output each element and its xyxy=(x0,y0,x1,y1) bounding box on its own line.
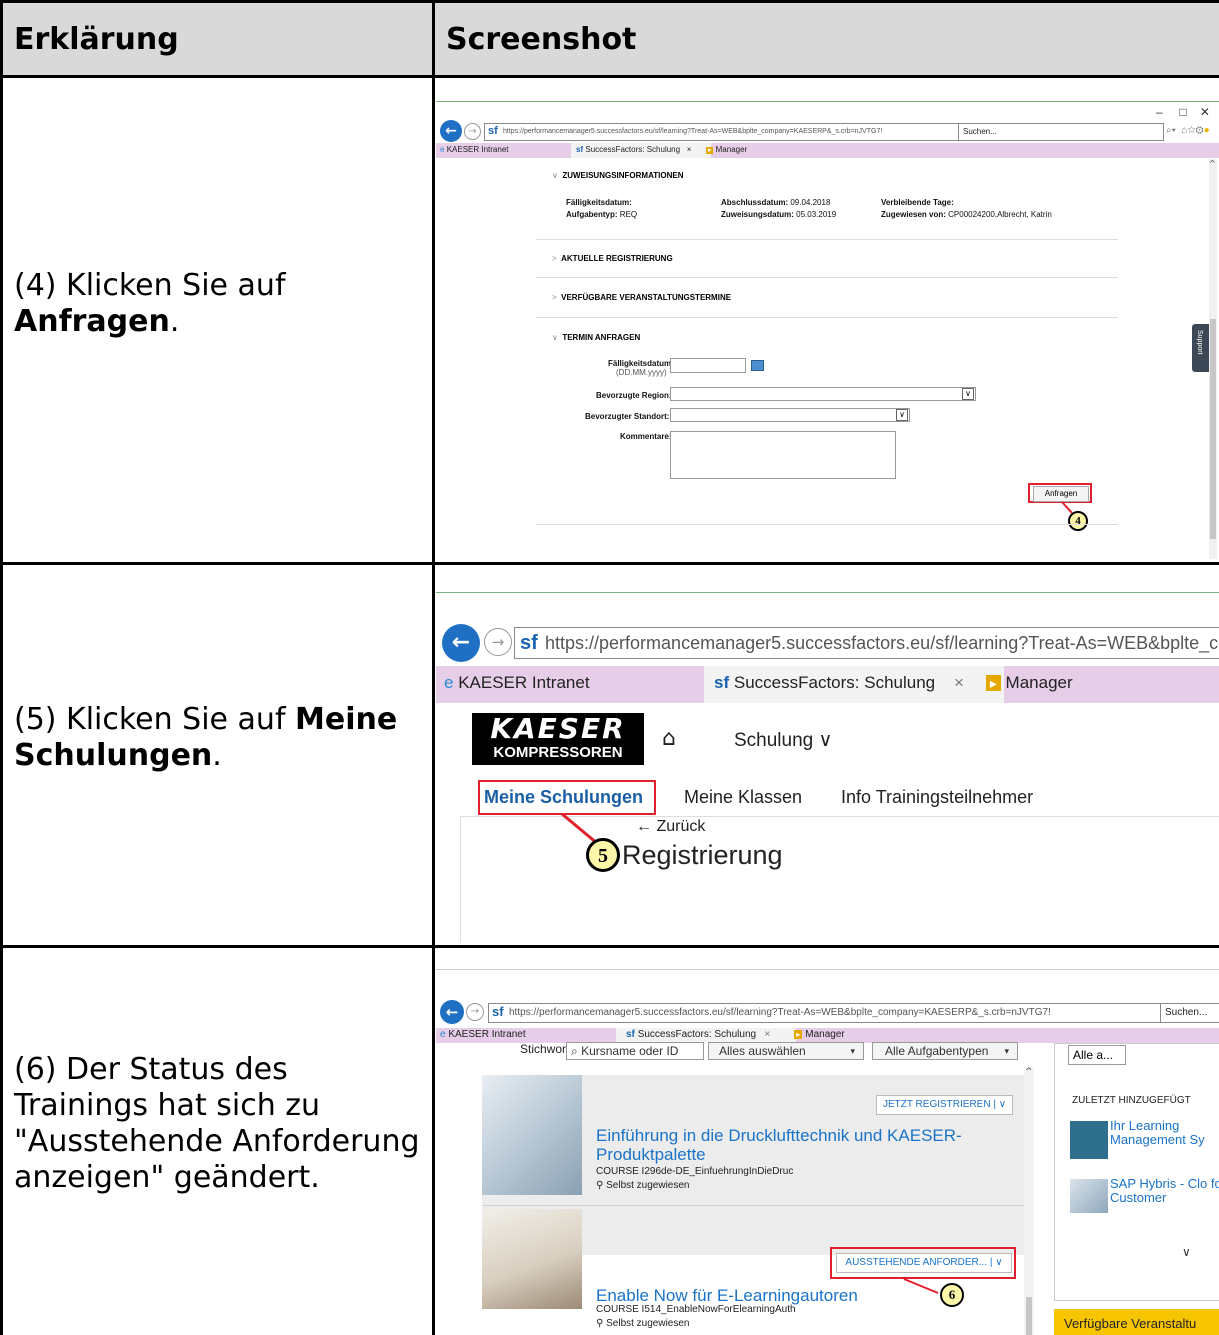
forward-button[interactable]: → xyxy=(464,123,481,140)
form-standort-label: Bevorzugter Standort: xyxy=(585,412,670,421)
tab-manager[interactable]: ▸ Manager xyxy=(986,673,1073,693)
address-bar[interactable]: sf https://performancemanager5.successfa… xyxy=(488,1003,1172,1023)
filter-task-types[interactable]: Alle Aufgabentypen ▾ xyxy=(872,1042,1018,1060)
section-zuweisung[interactable]: ∨ ZUWEISUNGSINFORMATIONEN xyxy=(552,171,684,180)
verbleibend-label: Verbleibende Tage: xyxy=(881,198,954,207)
tab-bar xyxy=(436,143,1219,158)
schulung-menu[interactable]: Schulung ∨ xyxy=(734,729,832,752)
zuweisungsdatum: Zuweisungsdatum: 05.03.2019 xyxy=(721,210,837,219)
sap-thumbnail xyxy=(1070,1179,1108,1213)
search-field[interactable]: Suchen... xyxy=(958,123,1164,141)
pending-request-button[interactable]: AUSSTEHENDE ANFORDER... | ∨ xyxy=(836,1253,1012,1273)
screenshot-request-form: – □ ✕ ← → sf https://performancemanager5… xyxy=(436,79,1219,560)
tab-successfactors[interactable]: sf SuccessFactors: Schulung × xyxy=(626,1029,770,1040)
faelligkeit-label: Fälligkeitsdatum: xyxy=(566,198,632,207)
section-verfuegbar[interactable]: > VERFÜGBARE VERANSTALTUNGSTERMINE xyxy=(552,293,731,302)
form-format-hint: (DD.MM.yyyy) xyxy=(616,368,667,377)
forward-button[interactable]: → xyxy=(484,628,512,656)
instruction-table: Erklärung Screenshot (4) Klicken Sie auf… xyxy=(0,0,1219,1335)
home-icon[interactable]: ⌂ xyxy=(662,726,676,751)
side-heading: ZULETZT HINZUGEFÜGT xyxy=(1072,1095,1191,1106)
nav-meine-schulungen[interactable]: Meine Schulungen xyxy=(484,787,643,808)
tab-manager[interactable]: ▸ Manager xyxy=(706,145,747,154)
chevron-down-icon: ∨ xyxy=(962,388,974,400)
comments-textarea[interactable] xyxy=(670,431,896,479)
row-4-explanation: (4) Klicken Sie auf Anfragen. xyxy=(14,268,286,339)
section-termin[interactable]: ∨ TERMIN ANFRAGEN xyxy=(552,333,640,342)
course-thumbnail xyxy=(482,1075,582,1195)
row-5-explanation: (5) Klicken Sie auf Meine Schulungen. xyxy=(14,702,398,773)
assigned-status: ⚲ Selbst zugewiesen xyxy=(596,1318,690,1329)
tab-kaeser-intranet[interactable]: e KAESER Intranet xyxy=(444,673,590,693)
due-date-input[interactable] xyxy=(670,358,746,373)
lms-thumbnail xyxy=(1070,1121,1108,1159)
filter-select-all[interactable]: Alles auswählen ▾ xyxy=(708,1042,864,1060)
page-title: Registrierung xyxy=(622,840,783,870)
back-link[interactable]: ← Zurück xyxy=(636,818,705,836)
browser-toolbar-icons[interactable]: ⌕▾ ⌂☆⚙● xyxy=(1166,125,1210,136)
zugewiesen-von: Zugewiesen von: CP00024200,Albrecht, Kat… xyxy=(881,210,1052,219)
aufgabentyp: Aufgabentyp: REQ xyxy=(566,210,638,219)
scrollbar[interactable]: ^ xyxy=(1209,159,1217,559)
form-kommentare-label: Kommentare: xyxy=(620,432,672,441)
course-thumbnail xyxy=(482,1209,582,1309)
header-explanation: Erklärung xyxy=(14,22,179,57)
side-all-button[interactable]: Alle a... xyxy=(1068,1045,1126,1065)
back-button[interactable]: ← xyxy=(440,120,462,142)
assigned-status: ⚲ Selbst zugewiesen xyxy=(596,1180,690,1191)
side-panel xyxy=(1054,1043,1219,1301)
forward-button[interactable]: → xyxy=(466,1003,484,1021)
kaeser-logo[interactable]: KAESER KOMPRESSOREN xyxy=(472,713,644,765)
callout-4: 4 xyxy=(1068,511,1088,531)
tab-kaeser-intranet[interactable]: e KAESER Intranet xyxy=(440,145,509,154)
side-item-sap[interactable]: SAP Hybris - Clo for Customer xyxy=(1110,1177,1219,1205)
nav-meine-klassen[interactable]: Meine Klassen xyxy=(684,787,802,808)
anfragen-button[interactable]: Anfragen xyxy=(1033,486,1089,502)
back-button[interactable]: ← xyxy=(440,1000,464,1024)
tab-successfactors[interactable]: sf SuccessFactors: Schulung × xyxy=(576,145,691,154)
available-events-button[interactable]: Verfügbare Veranstaltu xyxy=(1054,1309,1219,1335)
keyword-input[interactable]: ⌕ Kursname oder ID xyxy=(566,1042,704,1060)
register-button[interactable]: JETZT REGISTRIEREN | ∨ xyxy=(876,1095,1013,1115)
search-field[interactable]: Suchen... xyxy=(1160,1003,1219,1023)
region-select[interactable]: ∨ xyxy=(670,387,976,401)
side-item-lms[interactable]: Ihr Learning Management Sy xyxy=(1110,1119,1219,1147)
scrollbar[interactable]: ^ xyxy=(1024,1067,1034,1335)
course-title[interactable]: Einführung in die Drucklufttechnik und K… xyxy=(596,1126,1006,1164)
location-select[interactable]: ∨ xyxy=(670,408,910,422)
course-id: COURSE I514_EnableNowForElearningAuth xyxy=(596,1304,796,1315)
header-screenshot: Screenshot xyxy=(446,22,637,57)
address-bar[interactable]: sf https://performancemanager5.successfa… xyxy=(514,627,1219,659)
section-aktuell[interactable]: > AKTUELLE REGISTRIERUNG xyxy=(552,254,673,263)
chevron-down-icon: ∨ xyxy=(896,409,908,421)
abschlussdatum: Abschlussdatum: 09.04.2018 xyxy=(721,198,831,207)
row-6-explanation: (6) Der Status des Trainings hat sich zu… xyxy=(14,1052,420,1195)
calendar-icon[interactable] xyxy=(751,360,764,371)
chevron-down-icon[interactable]: ∨ xyxy=(1182,1245,1191,1259)
course-title[interactable]: Enable Now für E-Learningautoren xyxy=(596,1286,858,1305)
callout-5: 5 xyxy=(586,838,620,872)
screenshot-learning-list: ← → sf https://performancemanager5.succe… xyxy=(436,949,1219,1335)
callout-connector xyxy=(903,1278,939,1294)
form-faellig-label: Fälligkeitsdatum: xyxy=(608,359,674,368)
stichwort-label: Stichwort xyxy=(520,1042,570,1056)
back-button[interactable]: ← xyxy=(442,624,480,662)
tab-manager[interactable]: ▸ Manager xyxy=(794,1029,845,1040)
course-id: COURSE I296de-DE_EinfuehrungInDieDruc xyxy=(596,1166,794,1177)
form-region-label: Bevorzugte Region: xyxy=(596,391,672,400)
nav-info-trainingsteilnehmer[interactable]: Info Trainingsteilnehmer xyxy=(841,787,1033,808)
tab-successfactors[interactable]: sf SuccessFactors: Schulung × xyxy=(714,673,964,693)
callout-6: 6 xyxy=(940,1283,964,1307)
screenshot-navigation: ← → sf https://performancemanager5.succe… xyxy=(436,566,1219,943)
address-bar[interactable]: sf https://performancemanager5.successfa… xyxy=(484,123,974,141)
tab-kaeser-intranet[interactable]: e KAESER Intranet xyxy=(440,1029,526,1040)
